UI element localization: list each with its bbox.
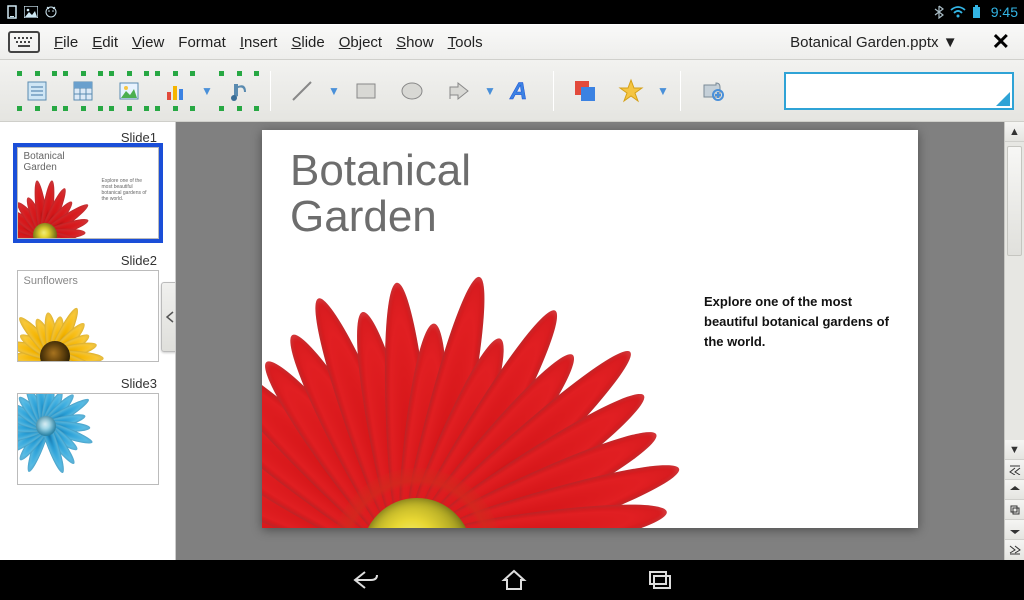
slide-label: Slide3 [8, 376, 167, 391]
menu-bar: File Edit View Format Insert Slide Objec… [0, 24, 1024, 60]
android-debug-icon [44, 5, 58, 19]
back-button[interactable] [351, 568, 381, 592]
home-button[interactable] [501, 568, 527, 592]
line-tool-button[interactable] [281, 70, 323, 112]
toolbar: ▼ ▼ ▼ A ▼ [0, 60, 1024, 122]
svg-text:A: A [509, 78, 527, 105]
shapes-tool-button[interactable] [437, 70, 479, 112]
vertical-scrollbar[interactable]: ▲ ▼ [1004, 122, 1024, 460]
scroll-track[interactable] [1005, 142, 1024, 440]
wifi-icon [950, 6, 966, 18]
android-nav-bar [0, 560, 1024, 600]
slide-canvas[interactable]: Botanical Garden Explore one of the most… [262, 130, 918, 528]
slide-subtitle[interactable]: Explore one of the most beautiful botani… [704, 292, 892, 352]
recent-apps-button[interactable] [647, 569, 673, 591]
insert-chart-button[interactable] [154, 70, 196, 112]
prev-slide-button[interactable] [1005, 480, 1024, 500]
chart-dropdown[interactable]: ▼ [200, 84, 214, 98]
battery-icon [972, 5, 981, 19]
insert-image-button[interactable] [108, 70, 150, 112]
scroll-down-button[interactable]: ▼ [1005, 440, 1024, 460]
effects-button[interactable] [610, 70, 652, 112]
document-title[interactable]: Botanical Garden.pptx ▼ [790, 34, 957, 51]
menu-format[interactable]: Format [178, 34, 226, 51]
workspace: Slide1 Botanical Garden Explore one of t… [0, 122, 1024, 560]
keyboard-toggle-icon[interactable] [8, 31, 40, 53]
separator [270, 71, 271, 111]
separator [680, 71, 681, 111]
menu-show[interactable]: Show [396, 34, 434, 51]
search-input[interactable] [784, 72, 1014, 110]
menu-file[interactable]: File [54, 34, 78, 51]
status-bar: 9:45 [0, 0, 1024, 24]
menu-view[interactable]: View [132, 34, 164, 51]
extension-button[interactable] [691, 70, 733, 112]
slide-label: Slide1 [8, 130, 167, 145]
slide-label: Slide2 [8, 253, 167, 268]
move-slide-button[interactable] [1005, 500, 1024, 520]
slide-thumbnail-2[interactable]: Sunflowers [17, 270, 159, 362]
arrange-button[interactable] [564, 70, 606, 112]
menu-insert[interactable]: Insert [240, 34, 278, 51]
picture-icon [24, 6, 38, 18]
slide-panel: Slide1 Botanical Garden Explore one of t… [0, 122, 176, 560]
next-slide-button[interactable] [1005, 520, 1024, 540]
menu-edit[interactable]: Edit [92, 34, 118, 51]
bluetooth-icon [934, 5, 944, 19]
slide-thumbnail-1[interactable]: Botanical Garden Explore one of the most… [17, 147, 159, 239]
rectangle-tool-button[interactable] [345, 70, 387, 112]
close-button[interactable]: ✕ [992, 29, 1010, 55]
menu-object[interactable]: Object [339, 34, 382, 51]
menu-tools[interactable]: Tools [448, 34, 483, 51]
first-slide-button[interactable] [1005, 460, 1024, 480]
last-slide-button[interactable] [1005, 540, 1024, 560]
insert-media-button[interactable] [218, 70, 260, 112]
scroll-thumb[interactable] [1007, 146, 1022, 256]
notification-icon [6, 5, 18, 19]
editor-area[interactable]: Botanical Garden Explore one of the most… [176, 122, 1004, 560]
fontwork-button[interactable]: A [501, 70, 543, 112]
insert-textbox-button[interactable] [16, 70, 58, 112]
line-dropdown[interactable]: ▼ [327, 84, 341, 98]
clock: 9:45 [991, 4, 1018, 20]
slide-thumbnail-3[interactable] [17, 393, 159, 485]
separator [553, 71, 554, 111]
panel-collapse-handle[interactable] [161, 282, 176, 352]
menu-slide[interactable]: Slide [291, 34, 324, 51]
insert-table-button[interactable] [62, 70, 104, 112]
slide-nav-buttons [1004, 460, 1024, 560]
ellipse-tool-button[interactable] [391, 70, 433, 112]
effects-dropdown[interactable]: ▼ [656, 84, 670, 98]
shapes-dropdown[interactable]: ▼ [483, 84, 497, 98]
scroll-up-button[interactable]: ▲ [1005, 122, 1024, 142]
